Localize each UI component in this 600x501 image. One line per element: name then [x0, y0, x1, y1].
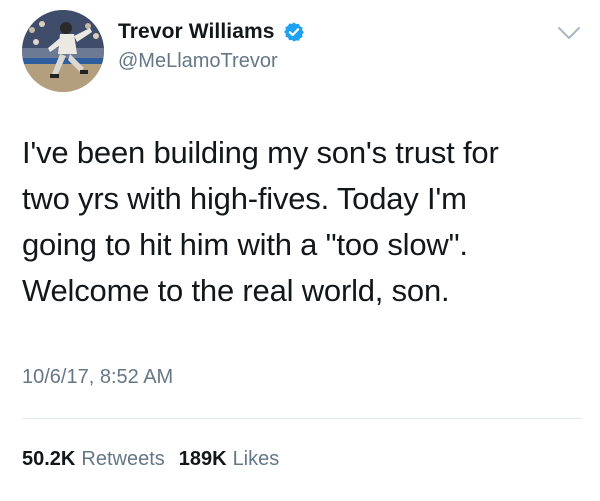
tweet-stats: 50.2K Retweets 189K Likes	[22, 448, 279, 471]
retweets-label: Retweets	[81, 448, 165, 470]
baseball-pitcher-avatar-icon	[22, 10, 104, 92]
tweet-text: I've been building my son's trust for tw…	[22, 130, 582, 314]
tweet-text-line: going to hit him with a "too slow".	[22, 227, 468, 262]
tweet-text-line: two yrs with high-fives. Today I'm	[22, 181, 467, 216]
user-handle[interactable]: @MeLlamoTrevor	[118, 50, 278, 73]
tweet-text-line: Welcome to the real world, son.	[22, 273, 450, 308]
user-name-row: Trevor Williams	[118, 18, 305, 46]
retweets-count: 50.2K	[22, 448, 76, 470]
divider	[22, 418, 582, 419]
tweet-card: Trevor Williams @MeLlamoTrevor I've been…	[0, 0, 600, 501]
chevron-down-icon[interactable]	[556, 24, 582, 42]
likes-stat[interactable]: 189K Likes	[179, 448, 280, 471]
likes-label: Likes	[232, 448, 280, 470]
tweet-text-line: I've been building my son's trust for	[22, 135, 499, 170]
retweets-stat[interactable]: 50.2K Retweets	[22, 448, 165, 471]
tweet-timestamp[interactable]: 10/6/17, 8:52 AM	[22, 366, 173, 389]
display-name[interactable]: Trevor Williams	[118, 20, 275, 44]
user-avatar[interactable]	[22, 10, 104, 92]
likes-count: 189K	[178, 448, 227, 470]
verified-badge-icon	[283, 22, 304, 42]
